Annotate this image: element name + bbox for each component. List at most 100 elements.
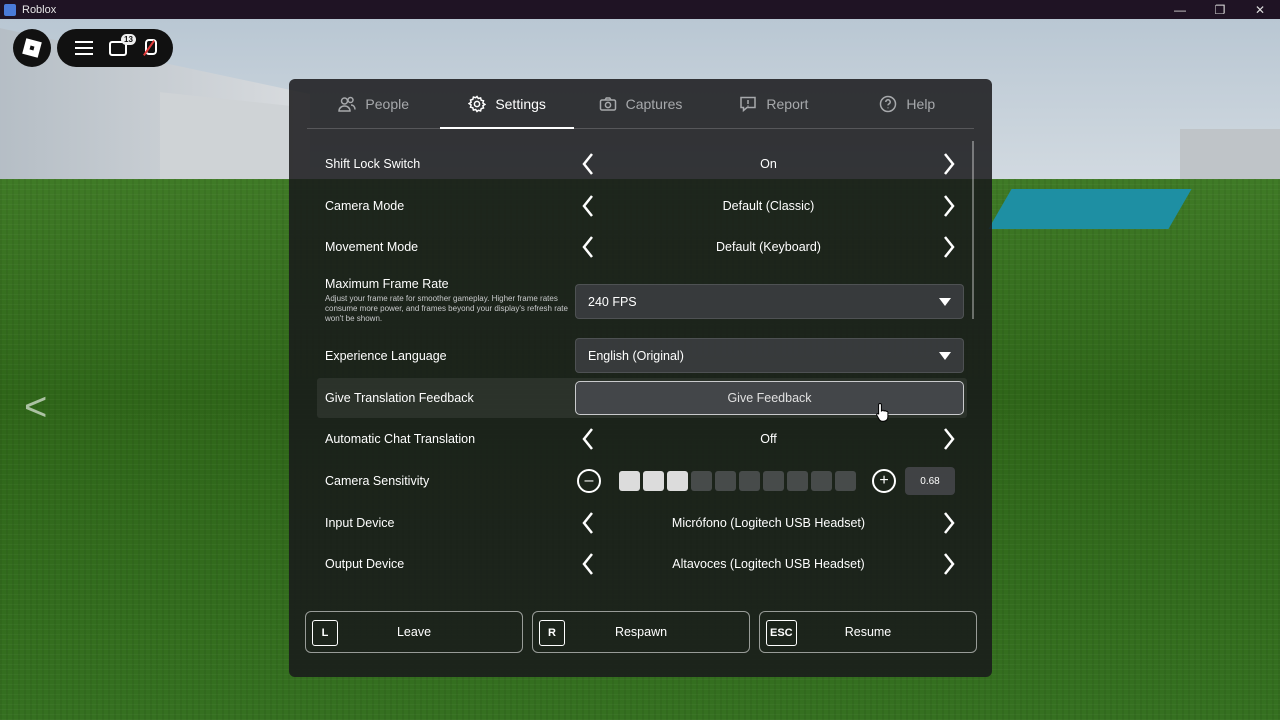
slider-segment[interactable] [811,471,832,491]
slider-segment[interactable] [691,471,712,491]
chevron-left-icon[interactable] [578,509,598,537]
resume-button[interactable]: ESC Resume [759,611,977,653]
minimize-button[interactable]: — [1160,0,1200,19]
restore-button[interactable]: ❐ [1200,0,1240,19]
setting-label: Maximum Frame Rate [325,277,449,291]
chevron-right-icon[interactable] [939,233,959,261]
tab-label: Settings [495,95,546,112]
setting-label: Movement Mode [325,240,419,254]
setting-label: Input Device [325,516,395,530]
tab-label: Captures [625,95,683,112]
setting-value: Altavoces (Logitech USB Headset) [672,557,865,571]
setting-label: Shift Lock Switch [325,157,421,171]
slider-segment[interactable] [787,471,808,491]
settings-scrollbar[interactable] [972,141,974,319]
window-title: Roblox [22,3,57,16]
tab-label: Report [766,95,809,112]
settings-menu-panel: People Settings Captures Report Help Shi… [289,79,992,677]
mic-muted-icon[interactable] [143,39,157,57]
setting-label: Experience Language [325,348,447,363]
button-label: Respawn [614,625,668,639]
window-titlebar: Roblox — ❐ ✕ [0,0,1280,19]
setting-label: Camera Sensitivity [325,474,430,488]
setting-label: Camera Mode [325,199,405,213]
chevron-right-icon[interactable] [939,509,959,537]
setting-output-device: Output Device Altavoces (Logitech USB He… [316,550,966,578]
respawn-button[interactable]: R Respawn [532,611,750,653]
close-button[interactable]: ✕ [1240,0,1280,19]
slider-segment[interactable] [643,471,664,491]
give-feedback-button[interactable]: Give Feedback [575,381,964,415]
sensitivity-slider[interactable] [619,471,856,491]
setting-value: Default (Classic) [722,199,815,213]
slider-segment[interactable] [739,471,760,491]
setting-value: On [760,157,777,171]
language-dropdown[interactable]: English (Original) [575,338,964,373]
chevron-left-icon[interactable] [578,150,598,178]
slider-segment[interactable] [835,471,856,491]
dropdown-value: 240 FPS [588,294,637,309]
slider-segment[interactable] [715,471,736,491]
plus-icon[interactable]: + [872,469,896,493]
tab-report[interactable]: Report [707,79,840,128]
hamburger-menu-icon[interactable] [75,41,93,55]
setting-shift-lock: Shift Lock Switch On [316,150,966,178]
key-hint: R [539,620,565,646]
setting-value: Off [760,432,777,446]
slider-segment[interactable] [763,471,784,491]
chat-icon[interactable]: 13 [109,33,136,56]
chevron-right-icon[interactable] [939,550,959,578]
chevron-left-icon[interactable] [578,192,598,220]
menu-actions: L Leave R Respawn ESC Resume [305,611,977,653]
chevron-left-icon[interactable] [578,550,598,578]
tab-label: Help [906,95,936,112]
setting-input-device: Input Device Micrófono (Logitech USB Hea… [316,509,966,537]
chat-badge: 13 [121,33,136,45]
chevron-right-icon[interactable] [939,150,959,178]
chevron-right-icon[interactable] [939,192,959,220]
caret-down-icon [939,297,951,306]
setting-camera-mode: Camera Mode Default (Classic) [316,192,966,220]
setting-value: Default (Keyboard) [716,240,821,254]
tab-help[interactable]: Help [841,79,974,128]
tab-label: People [365,95,409,112]
setting-label: Give Translation Feedback [325,391,474,405]
roblox-logo-icon [22,38,42,58]
gear-icon [468,94,487,113]
setting-translation-feedback: Give Translation Feedback Give Feedback [316,378,967,418]
button-label: Resume [844,625,892,639]
setting-description: Adjust your frame rate for smoother game… [325,294,568,323]
setting-movement-mode: Movement Mode Default (Keyboard) [316,233,966,261]
setting-label: Output Device [325,557,405,571]
chevron-right-icon[interactable] [939,425,959,453]
dropdown-value: English (Original) [588,348,684,363]
menu-tabs: People Settings Captures Report Help [307,79,974,129]
sensitivity-value-input[interactable]: 0.68 [905,467,955,495]
roblox-logo-button[interactable] [13,29,51,67]
roblox-app-icon [4,3,16,16]
report-icon [740,96,757,112]
tab-people[interactable]: People [307,79,440,128]
setting-frame-rate: Maximum Frame Rate Adjust your frame rat… [316,277,966,332]
key-hint: ESC [766,620,797,646]
tab-settings[interactable]: Settings [440,79,575,129]
caret-down-icon [939,351,951,360]
minus-icon[interactable]: – [577,469,601,493]
frame-rate-dropdown[interactable]: 240 FPS [575,284,964,319]
setting-auto-chat-translation: Automatic Chat Translation Off [316,425,966,453]
people-icon [338,96,357,112]
setting-value: Micrófono (Logitech USB Headset) [671,516,866,530]
slider-segment[interactable] [667,471,688,491]
button-label: Leave [396,625,432,639]
water-pool [988,189,1192,229]
setting-camera-sensitivity: Camera Sensitivity – + 0.68 [316,467,966,495]
setting-language: Experience Language English (Original) [316,338,966,373]
camera-icon [599,96,616,111]
slider-segment[interactable] [619,471,640,491]
tab-captures[interactable]: Captures [574,79,707,128]
side-arrow-icon[interactable]: < [24,387,47,427]
hud-toolbar: 13 [57,29,173,67]
chevron-left-icon[interactable] [578,425,598,453]
chevron-left-icon[interactable] [578,233,598,261]
leave-button[interactable]: L Leave [305,611,523,653]
